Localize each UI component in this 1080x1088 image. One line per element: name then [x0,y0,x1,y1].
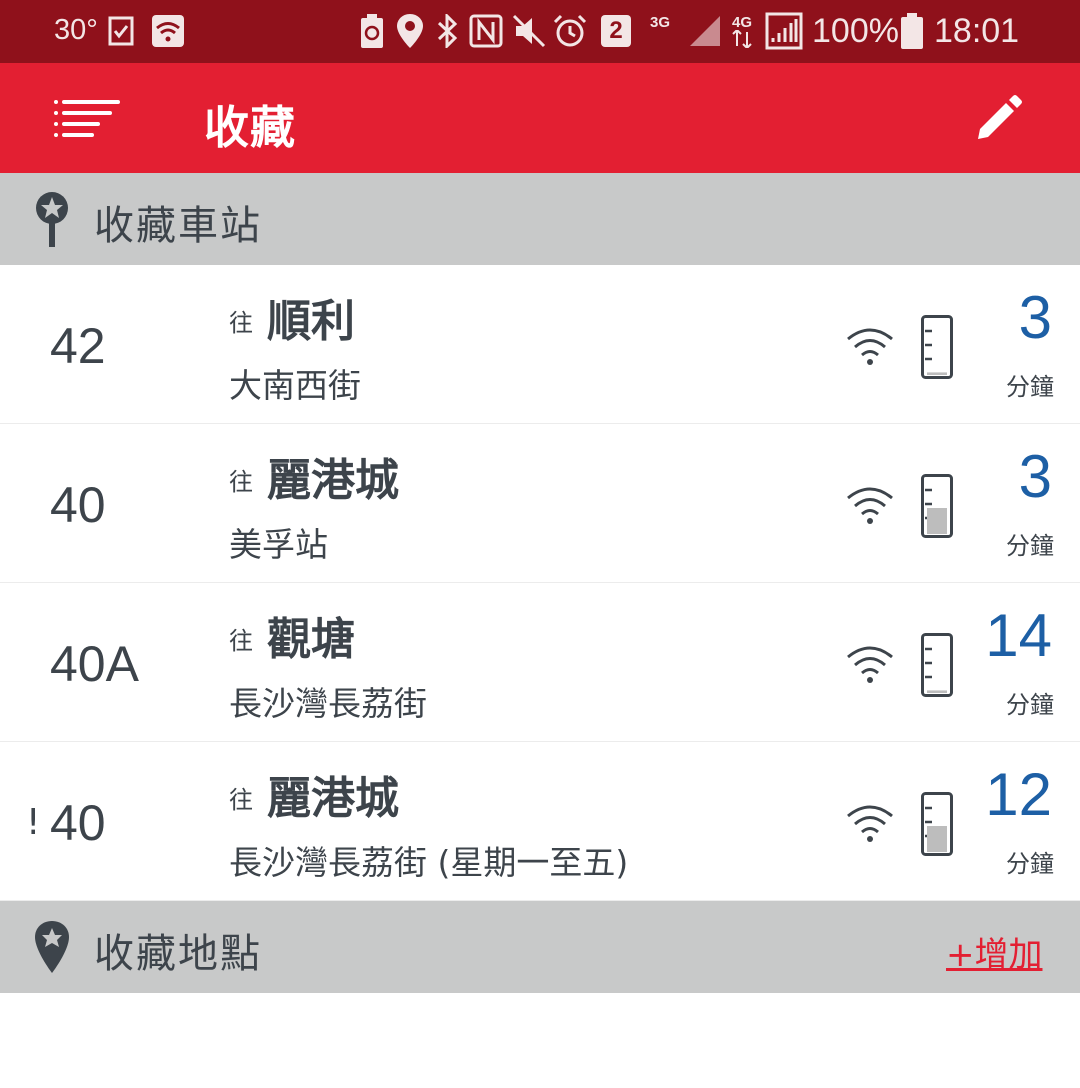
to-prefix: 往 [229,627,253,655]
clock: 18:01 [934,12,1020,50]
app-bar: 收藏 [0,63,1080,173]
load-gauge-icon [921,792,953,856]
location-star-icon [35,921,69,973]
stop-name: 大南西街 [229,366,361,405]
route-number: 42 [50,318,106,374]
mute-icon [512,14,546,48]
eta-minutes: 3 [1018,443,1052,510]
to-prefix: 往 [229,309,253,337]
eta-unit: 分鐘 [1006,532,1054,560]
location-icon [397,14,423,48]
stop-name: 美孚站 [229,525,328,564]
page-title: 收藏 [204,101,297,154]
stop-row[interactable]: 42 往 順利 大南西街 3 分鐘 [0,265,1080,424]
route-number: 40 [50,795,106,851]
wifi-notification-icon [152,15,184,47]
signal-4g-icon [765,12,803,50]
eta-minutes: 3 [1018,284,1052,351]
star-pin-icon [36,192,68,247]
stop-name: 長沙灣長荔街 [229,684,427,723]
realtime-signal-icon [847,328,893,365]
favorite-places-header: 收藏地點 +增加 [0,901,1080,993]
bluetooth-icon [437,14,458,48]
signal-3g-icon [690,16,720,46]
stop-row[interactable]: 40 往 麗港城 美孚站 3 分鐘 [0,424,1080,583]
temperature: 30° [54,14,98,46]
eta-unit: 分鐘 [1006,373,1054,401]
alert-mark: ! [26,802,41,843]
battery-icon [901,13,923,49]
route-number: 40 [50,477,106,533]
load-gauge-icon [921,474,953,538]
battery-percent: 100% [812,12,899,50]
favorite-stops-header: 收藏車站 [0,173,1080,265]
realtime-signal-icon [847,646,893,683]
notification-badge: 2 [601,15,631,47]
to-prefix: 往 [229,468,253,496]
network-3g-label: 3G [650,14,671,31]
realtime-signal-icon [847,487,893,524]
task-icon [108,16,134,46]
eta-unit: 分鐘 [1006,691,1054,719]
section-title: 收藏車站 [94,203,262,249]
data-arrows-icon [732,30,752,48]
battery-saver-icon [361,14,383,48]
load-gauge-icon [921,315,953,379]
add-place-link[interactable]: +增加 [946,927,1043,976]
load-gauge-icon [921,633,953,697]
eta-minutes: 12 [985,761,1052,828]
stop-row[interactable]: ! 40 往 麗港城 長沙灣長荔街 (星期一至五) 12 分鐘 [0,742,1080,901]
menu-icon[interactable] [54,100,120,138]
status-bar: 30° 2 3G 4G 100% 18:01 [0,0,1080,63]
eta-minutes: 14 [985,602,1052,669]
destination: 麗港城 [267,773,399,824]
alarm-icon [553,14,587,47]
destination: 觀塘 [267,614,355,665]
destination: 麗港城 [267,455,399,506]
realtime-signal-icon [847,805,893,842]
route-number: 40A [50,636,139,692]
stop-name: 長沙灣長荔街 (星期一至五) [229,843,629,882]
section-title: 收藏地點 [94,931,262,977]
nfc-icon [469,14,503,48]
eta-unit: 分鐘 [1006,850,1054,878]
network-4g-label: 4G [732,14,753,31]
destination: 順利 [267,296,355,347]
to-prefix: 往 [229,786,253,814]
edit-icon[interactable] [974,95,1022,143]
stop-row[interactable]: 40A 往 觀塘 長沙灣長荔街 14 分鐘 [0,583,1080,742]
